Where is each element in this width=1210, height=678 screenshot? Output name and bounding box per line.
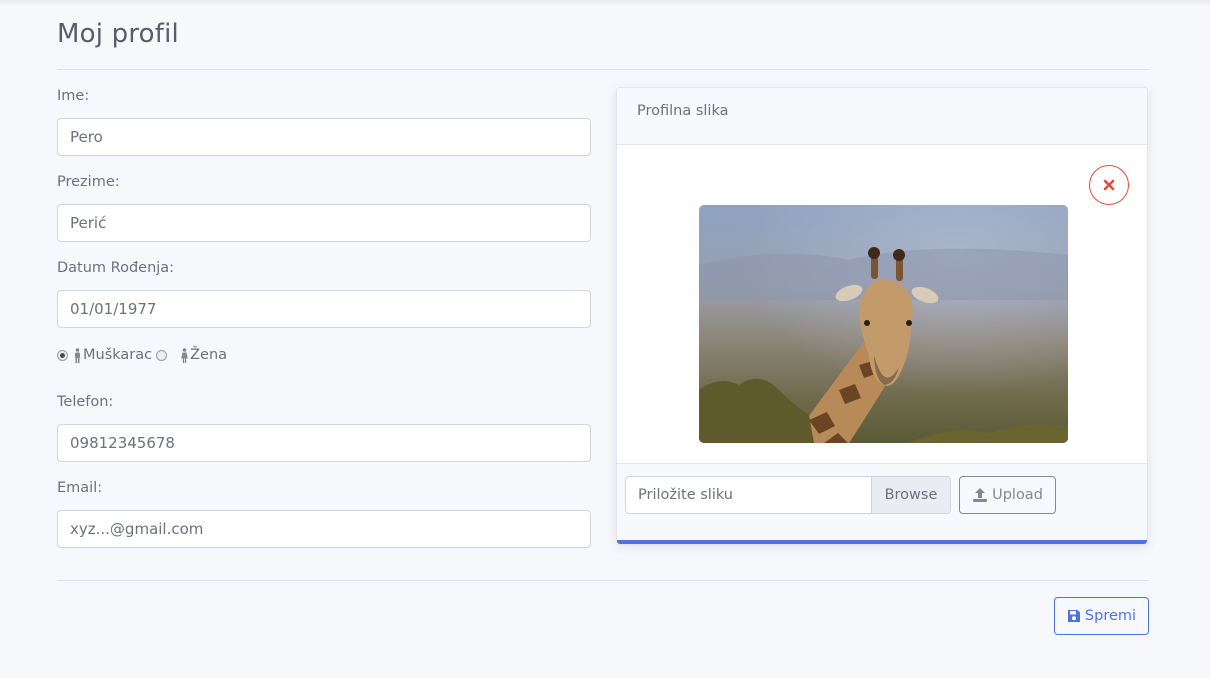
email-label: Email: [57, 480, 103, 496]
browse-button[interactable]: Browse [871, 477, 950, 513]
close-icon [1103, 179, 1115, 191]
first-name-label: Ime: [57, 88, 90, 104]
last-name-input[interactable] [57, 204, 591, 242]
gender-radio-group: Muškarac Žena [57, 345, 227, 365]
phone-input[interactable] [57, 424, 591, 462]
last-name-label: Prezime: [57, 174, 120, 190]
gender-option-female[interactable]: Žena [156, 347, 227, 363]
save-button-label: Spremi [1084, 608, 1137, 624]
divider-bottom [57, 580, 1149, 581]
profile-picture-card: Profilna slika Priložite sliku Browse Up… [616, 87, 1148, 545]
profile-picture-header: Profilna slika [617, 88, 1147, 145]
profile-photo [699, 205, 1068, 443]
page-title: Moj profil [57, 19, 179, 49]
card-accent-bar [617, 540, 1147, 544]
file-input-placeholder: Priložite sliku [638, 487, 733, 503]
birth-date-input[interactable] [57, 290, 591, 328]
remove-picture-button[interactable] [1089, 165, 1129, 205]
phone-label: Telefon: [57, 394, 114, 410]
save-button[interactable]: Spremi [1054, 597, 1149, 635]
upload-footer: Priložite sliku Browse Upload [617, 463, 1147, 541]
gender-radio-female[interactable] [156, 349, 168, 361]
file-input[interactable]: Priložite sliku Browse [625, 476, 951, 514]
gender-label-female: Žena [190, 347, 228, 363]
first-name-input[interactable] [57, 118, 591, 156]
gender-label-male: Muškarac [83, 347, 153, 363]
divider-top [57, 69, 1149, 70]
female-icon [181, 347, 188, 363]
floppy-disk-icon [1067, 610, 1080, 622]
gender-option-male[interactable]: Muškarac [57, 347, 152, 363]
email-input[interactable] [57, 510, 591, 548]
upload-button-label: Upload [992, 487, 1043, 503]
profile-picture-body [617, 145, 1147, 463]
male-icon [75, 347, 80, 363]
upload-button[interactable]: Upload [959, 476, 1056, 514]
birth-date-label: Datum Rođenja: [57, 260, 175, 276]
upload-icon [973, 488, 988, 502]
gender-radio-male[interactable] [57, 349, 68, 361]
top-shadow [0, 0, 1210, 6]
